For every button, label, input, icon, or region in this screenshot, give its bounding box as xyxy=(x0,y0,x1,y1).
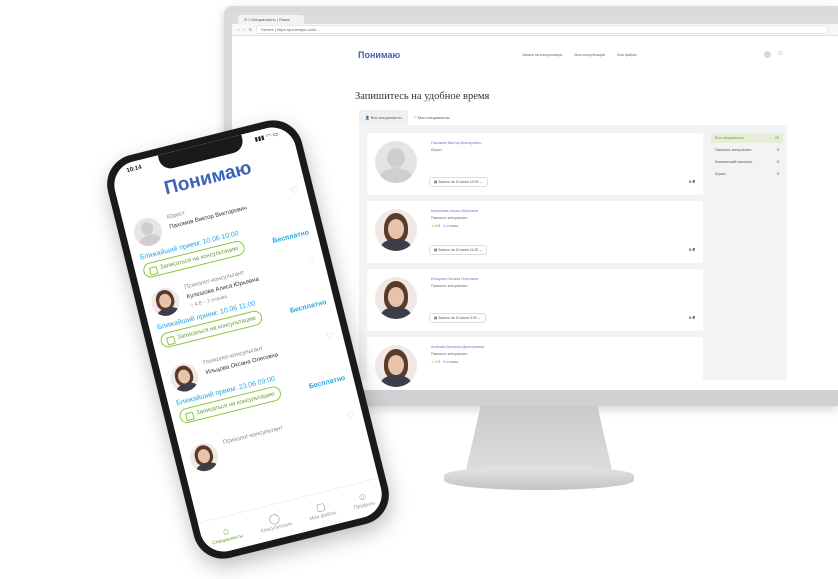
specialist-role: Психолог-консультант xyxy=(431,352,468,356)
nav-item[interactable]: Мои консультации xyxy=(574,53,605,57)
site-nav: Записи на консультации Мои консультации … xyxy=(522,53,637,57)
avatar-placeholder xyxy=(375,141,417,183)
specialist-name[interactable]: Ильцова Оксана Олеговна xyxy=(431,277,478,281)
filter-item[interactable]: Клинический психолог 6 xyxy=(711,157,783,167)
favorite-icon[interactable]: ♡ xyxy=(345,410,355,423)
page-title: Запишитесь на удобное время xyxy=(355,91,490,102)
status-icons: ▮▮▮ ◠ ▭ xyxy=(254,131,280,144)
filter-item[interactable]: Психолог-консультант 6 xyxy=(711,145,783,155)
price-free: Бесплатно xyxy=(271,229,310,245)
specialist-role: Юрист xyxy=(166,210,186,221)
calendar-icon xyxy=(148,265,159,276)
avatar-photo xyxy=(148,284,183,319)
nav-item[interactable]: Записи на консультации xyxy=(522,53,562,57)
specialists-list: Пахомов Виктор Викторович Юрист ▦ Запись… xyxy=(359,125,787,387)
specialist-role: Юрист xyxy=(431,148,443,152)
browser-tab[interactable]: Я / Специалисты | Поиск xyxy=(238,15,304,24)
forward-icon[interactable]: › xyxy=(243,27,244,32)
avatar-photo xyxy=(375,209,417,251)
price-free: Бесплатно xyxy=(308,374,347,391)
specialist-card[interactable]: Кулешова Алиса Юрьевна Психолог-консульт… xyxy=(367,201,703,263)
monitor-stand xyxy=(466,406,612,470)
tab-profile[interactable]: ☺ Профиль xyxy=(351,489,375,510)
browser-tab-bar: Я / Специалисты | Поиск xyxy=(232,12,838,24)
category-filters: Все специалисты 25 Психолог-консультант 6 … xyxy=(711,133,783,181)
specialist-name[interactable]: Агапова Валерия Дмитриевна xyxy=(431,345,484,349)
tab-specialists[interactable]: ⌂ Специалисты xyxy=(209,522,244,546)
favorite-icon[interactable]: ♡ xyxy=(289,185,299,198)
tab-all-specialists[interactable]: 👤 Все специалисты xyxy=(359,110,408,125)
price: 0 ₽ xyxy=(689,315,695,320)
avatar-photo xyxy=(375,277,417,319)
back-icon[interactable]: ‹ xyxy=(238,27,239,32)
avatar-placeholder xyxy=(131,215,165,249)
tab-my-specialists[interactable]: ♡ Мои специалисты xyxy=(408,110,456,125)
star-icon: ★ xyxy=(431,224,435,228)
avatar-photo xyxy=(375,345,417,387)
bottom-tab-bar: ⌂ Специалисты ◯ Консультации ▢ Мои файлы ☺ П… xyxy=(197,477,387,557)
specialist-role: Психолог-консультант xyxy=(222,425,284,446)
filter-item[interactable]: Юрист 6 xyxy=(711,169,783,179)
monitor-base xyxy=(444,466,634,490)
specialist-card[interactable]: Ильцова Оксана Олеговна Психолог-консуль… xyxy=(367,269,703,331)
specialist-card[interactable]: Агапова Валерия Дмитриевна Психолог-конс… xyxy=(367,337,703,387)
specialist-name[interactable]: Кулешова Алиса Юрьевна xyxy=(431,209,478,213)
price: 0 ₽ xyxy=(689,179,695,184)
calendar-icon xyxy=(166,335,176,346)
price: 0 ₽ xyxy=(689,247,695,252)
slot-select[interactable]: ▦ Запись на 10 июня 9:00 ⌄ xyxy=(429,313,486,323)
avatar-photo xyxy=(167,360,202,395)
specialist-tabs: 👤 Все специалисты ♡ Мои специалисты xyxy=(359,110,456,125)
address-bar: ‹ › ↻ Secure | https://ponimayu.com/... xyxy=(232,24,838,36)
user-avatar[interactable] xyxy=(764,51,771,58)
filter-all[interactable]: Все специалисты 25 xyxy=(711,133,783,143)
slot-select[interactable]: ▦ Запись на 10 июня 10:00 ⌄ xyxy=(429,177,488,187)
slot-select[interactable]: ▦ Запись на 10 июня 11:00 ⌄ xyxy=(429,245,488,255)
specialist-card[interactable]: Пахомов Виктор Викторович Юрист ▦ Запись… xyxy=(367,133,703,195)
specialist-role: Психолог-консультант xyxy=(431,216,468,220)
url-input[interactable]: Secure | https://ponimayu.com/... xyxy=(256,25,828,34)
status-time: 10:14 xyxy=(125,164,143,175)
rating: ★ 4.9 · 3 отзыва xyxy=(431,360,459,364)
tab-consultations[interactable]: ◯ Консультации xyxy=(257,510,292,534)
star-icon: ★ xyxy=(431,360,435,364)
specialist-name[interactable]: Пахомов Виктор Викторович xyxy=(431,141,481,145)
tab-files[interactable]: ▢ Мои файлы xyxy=(306,499,337,522)
avatar-photo xyxy=(187,440,222,475)
calendar-icon xyxy=(185,411,195,422)
nav-item[interactable]: Мои файлы xyxy=(617,53,637,57)
favorite-icon[interactable]: ♡ xyxy=(307,254,317,267)
reload-icon[interactable]: ↻ xyxy=(249,27,252,32)
specialist-name[interactable]: Пахомов Виктор Викторович xyxy=(169,205,248,230)
specialist-role: Психолог-консультант xyxy=(431,284,468,288)
rating: ★ 4.8 · 2 отзыва xyxy=(431,224,459,228)
price-free: Бесплатно xyxy=(289,299,328,315)
logout-icon[interactable]: ⏻ xyxy=(778,51,783,58)
site-logo[interactable]: Понимаю xyxy=(358,50,400,60)
site-header: Понимаю Записи на консультации Мои консу… xyxy=(232,36,838,68)
favorite-icon[interactable]: ♡ xyxy=(325,330,335,343)
